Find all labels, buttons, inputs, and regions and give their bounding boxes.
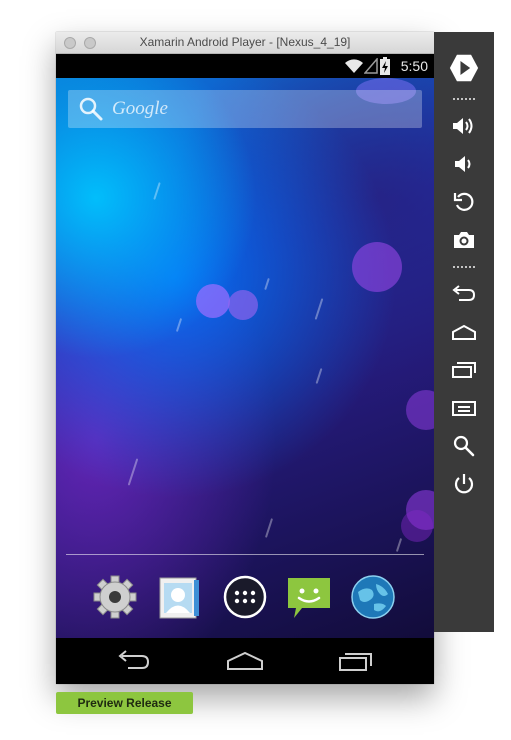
window-title: Xamarin Android Player - [Nexus_4_19]: [139, 35, 351, 49]
back-button[interactable]: [449, 279, 479, 309]
recent-apps-icon[interactable]: [336, 648, 376, 674]
wallpaper-streak: [314, 298, 324, 320]
emulator-window: Xamarin Android Player - [Nexus_4_19] 5:…: [56, 32, 434, 684]
google-search-bar[interactable]: Google: [68, 90, 422, 128]
app-drawer-icon[interactable]: [222, 574, 268, 620]
screenshot-button[interactable]: [449, 225, 479, 255]
app-dock: [56, 574, 434, 624]
menu-button[interactable]: [449, 393, 479, 423]
home-icon: [452, 324, 476, 340]
search-icon: [453, 435, 475, 457]
wallpaper-streak: [395, 538, 403, 552]
android-nav-bar: [56, 638, 434, 684]
toolbar-separator: [452, 98, 476, 100]
contacts-icon[interactable]: [156, 574, 202, 620]
home-screen[interactable]: Google: [56, 78, 434, 638]
menu-icon: [452, 401, 476, 416]
wallpaper-bokeh: [228, 290, 258, 320]
wallpaper-bokeh: [352, 242, 402, 292]
rotate-button[interactable]: [449, 187, 479, 217]
settings-gear-icon[interactable]: [92, 574, 138, 620]
power-icon: [454, 474, 474, 494]
emulator-toolbar: [434, 32, 494, 632]
wifi-icon: [345, 59, 363, 73]
wallpaper-bokeh: [401, 510, 433, 542]
power-button[interactable]: [449, 469, 479, 499]
volume-down-icon: [455, 156, 471, 172]
wallpaper-streak: [264, 518, 274, 538]
home-icon[interactable]: [225, 648, 265, 674]
recent-apps-icon: [452, 362, 476, 378]
wallpaper-streak: [315, 368, 323, 384]
battery-charging-icon: [380, 57, 390, 75]
home-button[interactable]: [449, 317, 479, 347]
status-time: 5:50: [400, 58, 428, 74]
wallpaper-streak: [127, 458, 139, 486]
play-icon: [449, 54, 479, 82]
title-bar[interactable]: Xamarin Android Player - [Nexus_4_19]: [56, 32, 434, 54]
rotate-icon: [453, 192, 474, 211]
search-button[interactable]: [449, 431, 479, 461]
wallpaper-streak: [153, 182, 161, 200]
screenshot-camera-icon: [454, 232, 474, 248]
play-button[interactable]: [449, 53, 479, 83]
search-icon: [79, 97, 103, 121]
wallpaper-streak: [264, 277, 270, 291]
volume-up-button[interactable]: [449, 111, 479, 141]
volume-up-icon: [453, 118, 473, 134]
toolbar-separator: [452, 266, 476, 268]
search-bar-label: Google: [112, 98, 168, 119]
wallpaper-streak: [175, 318, 183, 332]
dock-divider: [66, 554, 424, 555]
signal-icon: [364, 58, 378, 74]
browser-globe-icon[interactable]: [350, 574, 396, 620]
preview-release-badge: Preview Release: [56, 692, 193, 714]
wallpaper-bokeh: [196, 284, 230, 318]
recent-apps-button[interactable]: [449, 355, 479, 385]
wallpaper-bokeh: [406, 390, 434, 430]
back-icon: [452, 285, 476, 301]
back-icon[interactable]: [114, 648, 154, 674]
messaging-icon[interactable]: [286, 574, 332, 620]
android-status-bar: 5:50: [56, 54, 434, 78]
volume-down-button[interactable]: [449, 149, 479, 179]
